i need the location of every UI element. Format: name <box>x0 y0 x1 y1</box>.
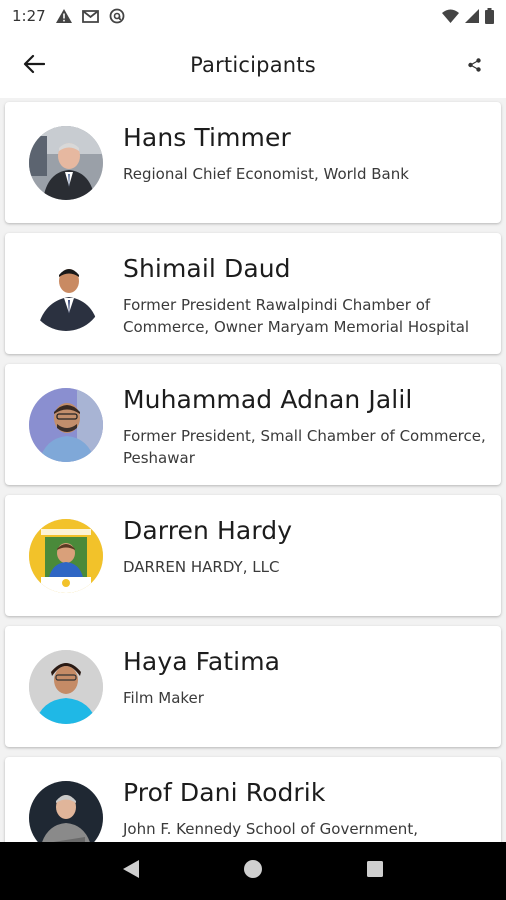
participant-card[interactable]: Hans Timmer Regional Chief Economist, Wo… <box>5 102 501 223</box>
wifi-icon <box>442 9 459 23</box>
app-bar: Participants <box>0 32 506 98</box>
participant-name: Darren Hardy <box>123 516 293 545</box>
nav-home-button[interactable] <box>233 851 273 891</box>
nav-back-button[interactable] <box>111 851 151 891</box>
status-bar: 1:27 <box>0 0 506 32</box>
participant-role: Regional Chief Economist, World Bank <box>123 165 409 183</box>
nav-home-icon <box>243 859 263 883</box>
participant-name: Muhammad Adnan Jalil <box>123 385 413 414</box>
participant-name: Shimail Daud <box>123 254 291 283</box>
participant-role: John F. Kennedy School of Government, <box>123 820 418 838</box>
status-left: 1:27 <box>12 7 125 25</box>
nav-back-icon <box>122 859 140 883</box>
participant-info: Hans Timmer Regional Chief Economist, Wo… <box>123 122 491 185</box>
participant-card[interactable]: Darren Hardy DARREN HARDY, LLC <box>5 495 501 616</box>
signal-icon <box>465 9 479 23</box>
participant-card[interactable]: Haya Fatima Film Maker <box>5 626 501 747</box>
avatar <box>29 126 103 200</box>
participant-info: Darren Hardy DARREN HARDY, LLC <box>123 515 491 578</box>
status-right <box>442 8 494 24</box>
avatar <box>29 519 103 593</box>
participant-role: Film Maker <box>123 689 204 707</box>
warning-icon <box>55 9 72 23</box>
participant-card[interactable]: Prof Dani Rodrik John F. Kennedy School … <box>5 757 501 842</box>
nav-recents-button[interactable] <box>355 851 395 891</box>
participant-role: Former President Rawalpindi Chamber of C… <box>123 296 470 336</box>
nav-recents-icon <box>366 860 384 882</box>
participant-name: Prof Dani Rodrik <box>123 778 326 807</box>
battery-icon <box>485 8 494 24</box>
back-button[interactable] <box>16 48 52 84</box>
participant-name: Hans Timmer <box>123 123 291 152</box>
participant-card[interactable]: Muhammad Adnan Jalil Former President, S… <box>5 364 501 485</box>
participant-list[interactable]: Hans Timmer Regional Chief Economist, Wo… <box>0 98 506 842</box>
page-title: Participants <box>190 53 316 77</box>
participant-role: Former President, Small Chamber of Comme… <box>123 427 486 467</box>
participant-info: Haya Fatima Film Maker <box>123 646 491 709</box>
at-sign-icon <box>109 8 125 24</box>
share-button[interactable] <box>458 50 490 82</box>
arrow-back-icon <box>23 54 46 78</box>
avatar <box>29 257 103 331</box>
participant-card[interactable]: Shimail Daud Former President Rawalpindi… <box>5 233 501 354</box>
participant-info: Muhammad Adnan Jalil Former President, S… <box>123 384 491 469</box>
participant-info: Shimail Daud Former President Rawalpindi… <box>123 253 491 338</box>
participant-name: Haya Fatima <box>123 647 281 676</box>
status-time: 1:27 <box>12 7 46 25</box>
avatar <box>29 781 103 842</box>
gmail-icon <box>81 9 99 23</box>
avatar <box>29 388 103 462</box>
avatar <box>29 650 103 724</box>
participant-role: DARREN HARDY, LLC <box>123 558 280 576</box>
share-icon <box>467 57 481 76</box>
participant-info: Prof Dani Rodrik John F. Kennedy School … <box>123 777 491 840</box>
system-nav-bar <box>0 842 506 900</box>
